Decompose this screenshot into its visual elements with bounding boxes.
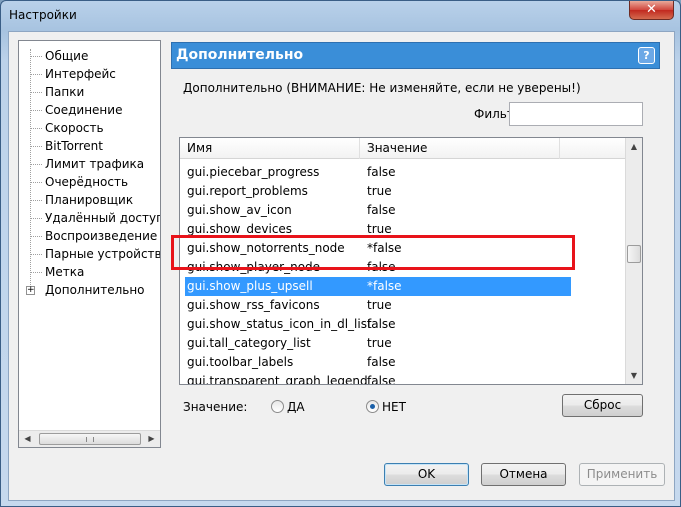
reset-button[interactable]: Сброс [562, 394, 643, 417]
table-row[interactable]: gui.toolbar_labels false [180, 353, 626, 372]
tree-connector-icon [30, 92, 42, 93]
row-value: false [367, 355, 396, 369]
row-value: false [367, 203, 396, 217]
row-name: gui.show_status_icon_in_dl_list [187, 317, 372, 331]
sidebar-item-label: Скорость [45, 121, 104, 135]
row-name: gui.show_av_icon [187, 203, 292, 217]
tree-connector-icon [30, 164, 42, 165]
close-icon: ✕ [646, 2, 657, 17]
title-bar[interactable]: Настройки ✕ [1, 1, 680, 31]
scroll-left-icon[interactable]: ◀ [19, 431, 36, 447]
scroll-right-icon[interactable]: ▶ [143, 431, 160, 447]
radio-no[interactable] [366, 400, 379, 413]
sidebar-item-label: Дополнительно [45, 283, 145, 297]
help-icon[interactable]: ? [638, 47, 655, 64]
tree-connector-icon [30, 200, 42, 201]
row-name: gui.show_plus_upsell [187, 279, 313, 293]
sidebar-item-label: Метка [45, 265, 85, 279]
row-value: false [367, 165, 396, 179]
apply-button[interactable]: Применить [579, 463, 665, 486]
column-header-name[interactable]: Имя [180, 138, 360, 159]
tree-connector-icon [30, 56, 42, 57]
sidebar-item-label: BitTorrent [45, 139, 103, 153]
row-value: *false [367, 279, 402, 293]
category-tree[interactable]: Общие Интерфейс Папки Соединение Скорость Bit… [18, 40, 161, 448]
tree-connector-icon [30, 272, 42, 273]
sidebar-item-label: Соединение [45, 103, 123, 117]
table-row[interactable]: gui.show_av_icon false [180, 201, 626, 220]
radio-yes-label[interactable]: ДА [287, 400, 305, 414]
filter-input[interactable] [509, 102, 643, 126]
expand-icon[interactable]: + [26, 286, 35, 295]
table-row[interactable]: gui.report_problems true [180, 182, 626, 201]
close-button[interactable]: ✕ [629, 1, 674, 20]
row-name: gui.transparent_graph_legend [187, 374, 368, 385]
row-value: false [367, 317, 396, 331]
tree-connector-icon [30, 146, 42, 147]
row-name: gui.toolbar_labels [187, 355, 294, 369]
value-label: Значение: [183, 400, 248, 414]
table-row[interactable]: gui.show_rss_favicons true [180, 296, 626, 315]
list-header: Имя Значение [180, 138, 626, 159]
table-row[interactable]: gui.piecebar_progress false [180, 163, 626, 182]
scroll-down-icon[interactable]: ▼ [626, 367, 642, 384]
panel-header: Дополнительно ? [171, 42, 660, 69]
panel-title: Дополнительно [176, 47, 304, 63]
radio-no-label[interactable]: НЕТ [382, 400, 406, 414]
tree-connector-line [30, 49, 31, 293]
tree-connector-icon [30, 128, 42, 129]
ok-button[interactable]: OK [384, 463, 469, 486]
row-name: gui.piecebar_progress [187, 165, 320, 179]
sidebar-item-label: Лимит трафика [45, 157, 145, 171]
grip-icon [86, 437, 94, 442]
sidebar-item-label: Общие [45, 49, 89, 63]
group-label: Дополнительно (ВНИМАНИЕ: Не изменяйте, е… [183, 81, 581, 95]
table-row-selected[interactable]: gui.show_plus_upsell *false [185, 277, 571, 296]
tree-horizontal-scrollbar[interactable]: ◀ ▶ [19, 430, 160, 447]
scroll-up-icon[interactable]: ▲ [626, 138, 642, 155]
row-value: false [367, 374, 396, 385]
row-name: gui.report_problems [187, 184, 308, 198]
row-value: true [367, 336, 392, 350]
tree-connector-icon [30, 236, 42, 237]
row-name: gui.tall_category_list [187, 336, 311, 350]
scroll-thumb[interactable] [627, 245, 641, 263]
sidebar-item-label: Очерёдность [45, 175, 129, 189]
sidebar-item-label: Интерфейс [45, 67, 116, 81]
row-name: gui.show_rss_favicons [187, 298, 320, 312]
table-row[interactable]: gui.tall_category_list true [180, 334, 626, 353]
filter-label: Фильт [474, 107, 514, 121]
tree-connector-icon [30, 254, 42, 255]
scroll-thumb[interactable] [39, 433, 141, 445]
cancel-button[interactable]: Отмена [481, 463, 566, 486]
sidebar-item-label: Воспроизведение [45, 229, 158, 243]
sidebar-item-label: Парные устройства [45, 247, 161, 261]
sidebar-item-label: Папки [45, 85, 85, 99]
sidebar-item-label: Планировщик [45, 193, 134, 207]
radio-selected-dot [370, 404, 375, 409]
tree-connector-icon [30, 74, 42, 75]
row-value: true [367, 184, 392, 198]
tree-connector-icon [30, 218, 42, 219]
window-title: Настройки [9, 8, 77, 22]
table-row[interactable]: gui.show_status_icon_in_dl_list false [180, 315, 626, 334]
tree-connector-icon [30, 110, 42, 111]
radio-yes[interactable] [271, 400, 284, 413]
list-vertical-scrollbar[interactable]: ▲ ▼ [625, 138, 642, 384]
annotation-highlight-box [171, 235, 575, 270]
tree-connector-icon [30, 182, 42, 183]
table-row[interactable]: gui.transparent_graph_legend false [180, 372, 626, 385]
sidebar-item-label: Удалённый доступ [45, 211, 161, 225]
row-value: true [367, 298, 392, 312]
column-header-value[interactable]: Значение [360, 138, 560, 159]
